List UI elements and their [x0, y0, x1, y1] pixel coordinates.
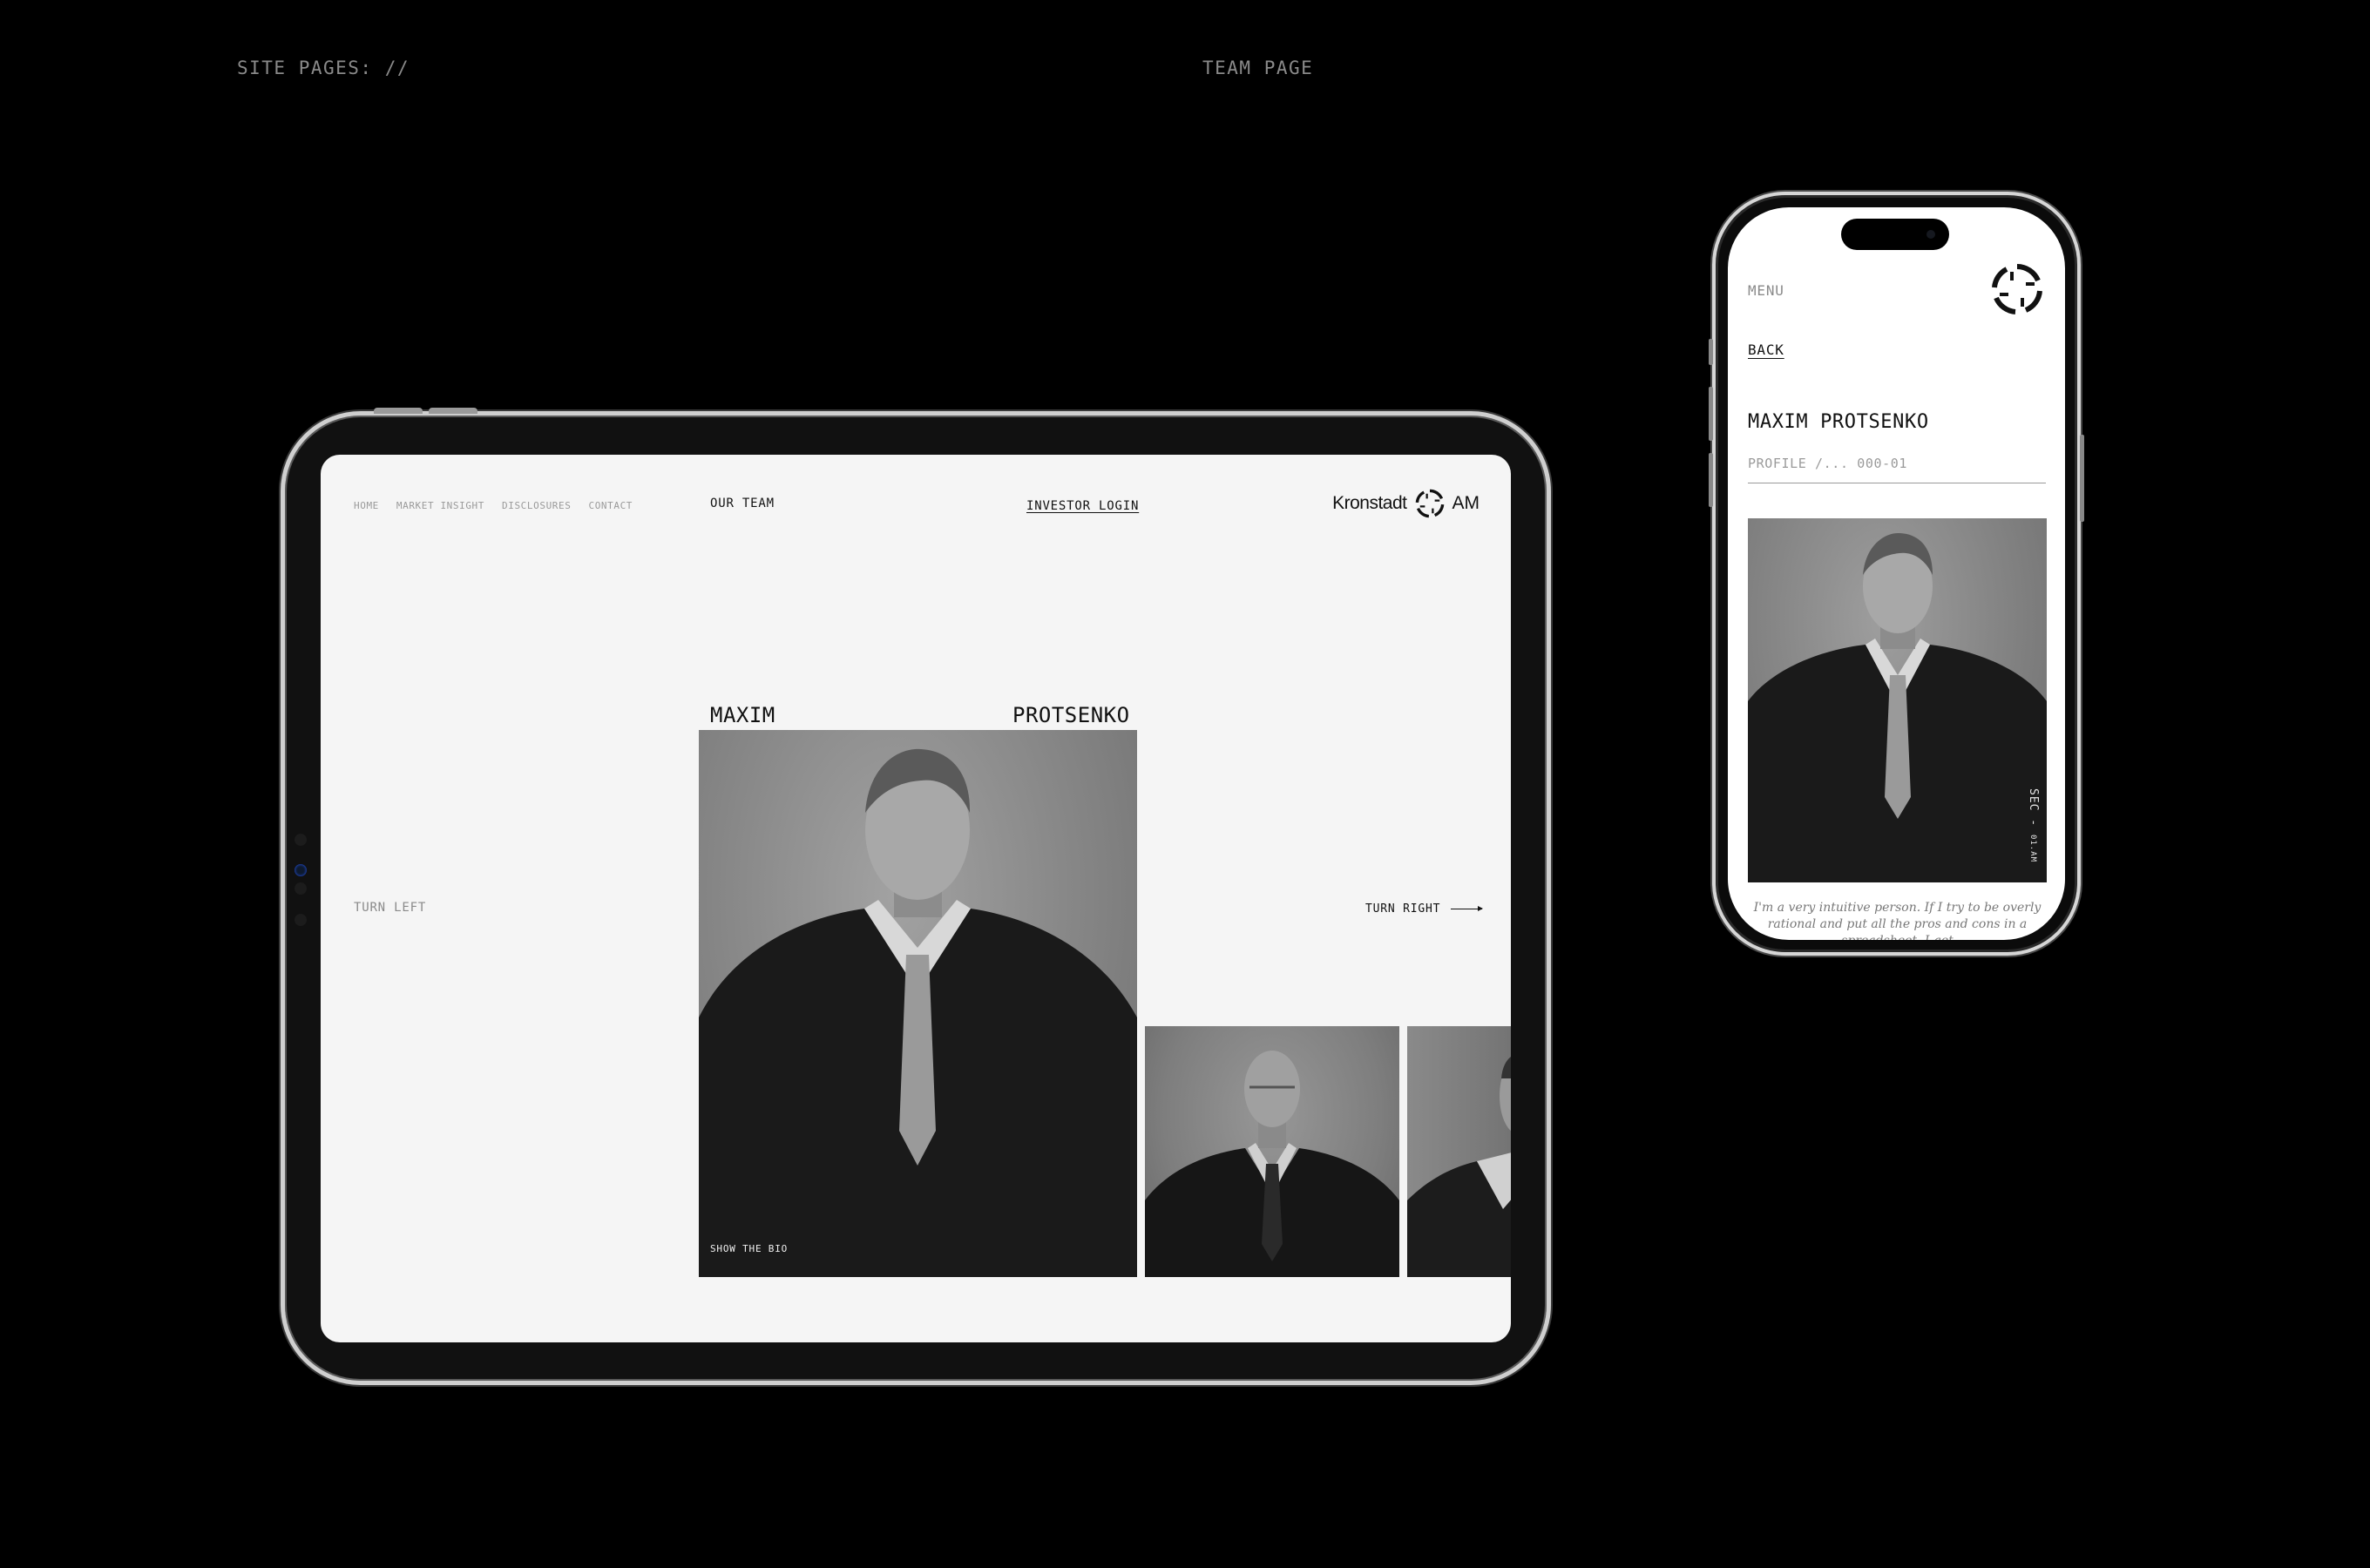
portrait-figure — [1145, 1051, 1399, 1277]
profile-id: PROFILE /... 000-01 — [1748, 456, 1907, 471]
phone-screen: MENU BACK MAXIM PROTSENKO PROFILE /... 0… — [1728, 207, 2065, 940]
nav-market-insight[interactable]: MARKET INSIGHT — [396, 500, 484, 511]
tablet-screen: HOME MARKET INSIGHT DISCLOSURES CONTACT … — [321, 455, 1511, 1342]
menu-button[interactable]: MENU — [1748, 282, 1784, 299]
section-code-label: SEC - — [2027, 788, 2040, 835]
section-code: SEC - 01.AM — [2027, 788, 2040, 862]
tablet-sensor — [295, 914, 307, 926]
back-link[interactable]: BACK — [1748, 341, 1784, 358]
site-pages-label: SITE PAGES: // — [237, 57, 410, 78]
member-portrait-partial[interactable] — [1407, 1026, 1511, 1277]
portrait-figure — [699, 748, 1137, 1277]
main-nav: HOME MARKET INSIGHT DISCLOSURES CONTACT — [354, 500, 633, 511]
bio-quote: I'm a very intuitive person. If I try to… — [1753, 901, 2042, 940]
nav-contact[interactable]: CONTACT — [588, 500, 633, 511]
portrait-figure — [1407, 1057, 1511, 1277]
member-first-name: MAXIM — [710, 703, 775, 727]
dynamic-island — [1841, 219, 1949, 250]
tablet-power-button — [429, 408, 477, 414]
turn-left-button[interactable]: TURN LEFT — [354, 901, 426, 915]
member-portrait[interactable]: SEC - 01.AM — [1748, 518, 2047, 882]
logo-mark-icon[interactable] — [1989, 261, 2045, 317]
team-page-label: TEAM PAGE — [1202, 57, 1314, 78]
investor-login-link[interactable]: INVESTOR LOGIN — [1026, 499, 1139, 513]
phone-volume-down — [1709, 453, 1713, 507]
phone-device: MENU BACK MAXIM PROTSENKO PROFILE /... 0… — [1709, 192, 2084, 956]
logo-mark-icon — [1415, 489, 1444, 518]
tablet-sensor — [295, 882, 307, 895]
phone-mute-switch — [1709, 339, 1713, 365]
member-portrait-main[interactable]: SHOW THE BIO — [699, 730, 1137, 1277]
logo-wordmark: Kronstadt — [1332, 493, 1407, 513]
tablet-device: HOME MARKET INSIGHT DISCLOSURES CONTACT … — [281, 408, 1551, 1385]
section-code-sub: 01.AM — [2028, 834, 2037, 863]
nav-home[interactable]: HOME — [354, 500, 379, 511]
turn-right-label: TURN RIGHT — [1365, 902, 1441, 916]
phone-power-button — [2080, 435, 2084, 522]
nav-disclosures[interactable]: DISCLOSURES — [502, 500, 571, 511]
tablet-volume-button — [374, 408, 423, 414]
portrait-figure — [1748, 532, 2047, 882]
brand-logo[interactable]: Kronstadt AM — [1332, 488, 1480, 519]
turn-right-button[interactable]: TURN RIGHT — [1365, 902, 1484, 916]
phone-volume-up — [1709, 387, 1713, 441]
logo-am: AM — [1452, 493, 1480, 513]
show-bio-link[interactable]: SHOW THE BIO — [710, 1243, 788, 1254]
section-title: OUR TEAM — [710, 497, 775, 510]
member-portrait-next[interactable] — [1145, 1026, 1399, 1277]
tablet-sensor — [295, 834, 307, 846]
tablet-camera — [295, 864, 307, 876]
member-last-name: PROTSENKO — [1012, 703, 1130, 727]
member-name: MAXIM PROTSENKO — [1748, 411, 1929, 433]
